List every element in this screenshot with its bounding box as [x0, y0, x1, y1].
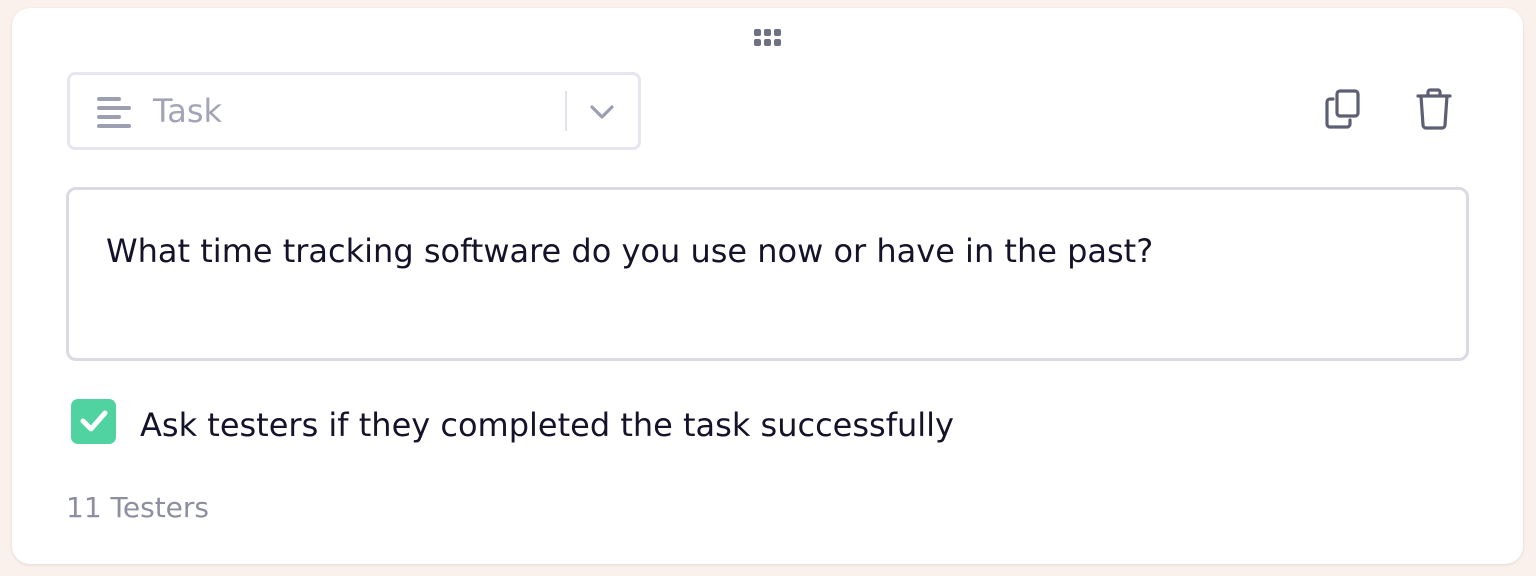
testers-count: 11 Testers: [66, 491, 209, 524]
block-type-value: Task: [153, 92, 223, 130]
drag-handle-icon[interactable]: [752, 27, 784, 49]
checkmark-icon: [80, 410, 108, 432]
select-divider: [565, 91, 567, 131]
block-type-select[interactable]: Task: [67, 72, 641, 150]
copy-icon: [1320, 89, 1368, 137]
question-input[interactable]: What time tracking software do you use n…: [66, 187, 1469, 361]
completion-checkbox[interactable]: [71, 399, 116, 444]
completion-checkbox-label[interactable]: Ask testers if they completed the task s…: [140, 405, 954, 445]
trash-icon: [1410, 88, 1458, 137]
duplicate-button[interactable]: [1320, 85, 1368, 133]
align-left-icon: [97, 97, 131, 129]
delete-button[interactable]: [1410, 85, 1458, 133]
chevron-down-icon[interactable]: [589, 100, 615, 124]
question-text: What time tracking software do you use n…: [106, 232, 1154, 270]
task-block-card: Task What time tracking software do you …: [12, 8, 1523, 564]
